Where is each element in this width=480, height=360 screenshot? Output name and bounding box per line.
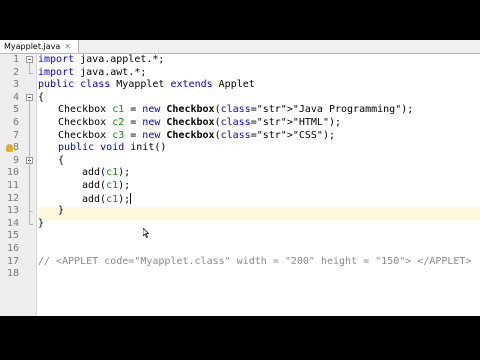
line-number: 17 [6,255,19,267]
code-line[interactable]: public void init() [58,142,166,154]
file-tab-label: Myapplet.java [4,42,61,51]
file-tab[interactable]: Myapplet.java ✕ [0,40,79,53]
fold-end [29,211,33,213]
line-number: 14 [6,217,19,229]
line-number: 5 [12,104,19,116]
fold-end [29,72,33,74]
code-line[interactable]: } [58,205,64,217]
lightbulb-hint-icon[interactable] [6,144,13,153]
code-editor-window: Myapplet.java ✕ 1 2 3 4 5 6 7 8 9 10 11 12 13 14 15 16 17… [0,40,480,316]
line-number: 12 [6,192,19,204]
line-number: 3 [12,79,19,91]
code-line[interactable]: add(c1); [82,180,130,192]
line-number: 16 [6,243,19,254]
line-number: 4 [12,91,19,103]
editor-tab-bar: Myapplet.java ✕ [0,40,480,54]
code-line[interactable]: import java.awt.*; [38,67,146,79]
code-line[interactable]: Checkbox c1 = new Checkbox(class="str">"… [58,104,413,116]
line-number: 15 [6,230,19,242]
code-line[interactable]: } [38,218,44,230]
code-line[interactable]: add(c1); [82,192,132,206]
line-number-gutter: 1 2 3 4 5 6 7 8 9 10 11 12 13 14 15 16 17 18 [0,54,37,316]
fold-guide [29,63,30,73]
code-line[interactable]: add(c1); [82,167,130,179]
fold-collapse-icon[interactable] [26,93,33,101]
fold-guide [29,163,30,212]
text-caret [130,192,132,204]
line-number: 11 [6,180,19,191]
current-line-highlight [37,207,480,220]
line-number: 2 [12,66,19,78]
line-number: 18 [6,268,19,280]
close-tab-icon[interactable]: ✕ [64,42,71,51]
code-line[interactable]: public class Myapplet extends Applet [38,79,255,91]
code-line[interactable]: { [38,92,44,104]
fold-end [29,223,33,225]
mouse-pointer-icon [143,228,149,238]
code-line[interactable]: import java.applet.*; [38,54,164,66]
code-line[interactable]: // <APPLET code="Myapplet.class" width =… [38,256,471,268]
line-number: 7 [12,129,19,141]
line-number: 13 [6,205,19,217]
line-number: 10 [6,167,19,179]
code-line[interactable]: Checkbox c3 = new Checkbox(class="str">"… [58,130,335,142]
line-number: 1 [12,54,19,65]
line-number: 6 [12,117,19,128]
line-number: 9 [12,154,19,166]
code-line[interactable]: Checkbox c2 = new Checkbox(class="str">"… [58,117,341,129]
fold-collapse-icon[interactable] [26,56,33,63]
code-line[interactable]: { [58,155,64,167]
